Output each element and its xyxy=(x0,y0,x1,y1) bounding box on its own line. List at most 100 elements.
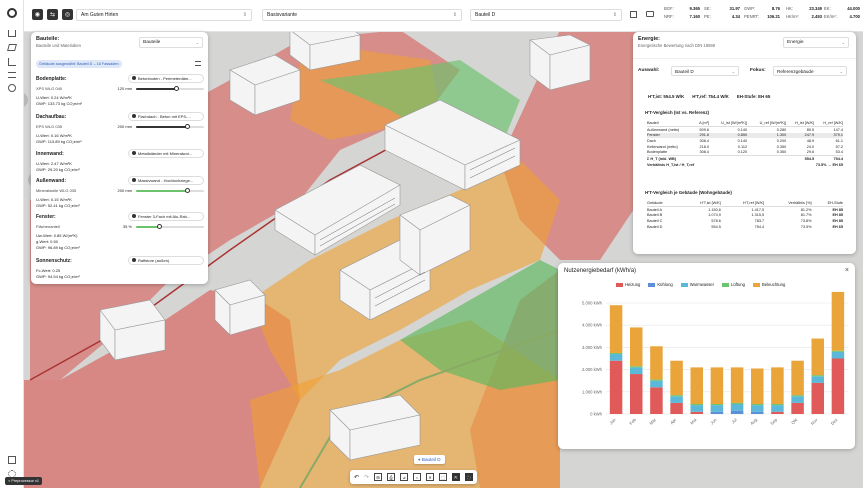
slider-handle[interactable] xyxy=(184,187,190,193)
fullscreen-icon[interactable]: ⛶ xyxy=(465,473,474,481)
panel-mode-select[interactable]: Bauteile ⌄ xyxy=(139,37,203,48)
bar-segment-beleuchtung[interactable] xyxy=(791,360,804,396)
bar-segment-beleuchtung[interactable] xyxy=(771,367,784,405)
component-type-select[interactable]: Massivwand - Hochlochziege... xyxy=(128,176,204,185)
bar-segment-lüftung[interactable] xyxy=(670,395,683,397)
component-type-select[interactable]: Betonboden - Perimeterdäm... xyxy=(128,74,204,83)
list-icon[interactable] xyxy=(8,72,16,78)
section-icon[interactable]: ⌂ xyxy=(413,473,422,481)
bar-segment-warmwasser[interactable] xyxy=(670,396,683,403)
bar-segment-beleuchtung[interactable] xyxy=(730,367,744,403)
chart-icon[interactable] xyxy=(8,58,16,66)
bar-segment-warmwasser[interactable] xyxy=(831,351,845,359)
globe-icon[interactable] xyxy=(8,84,16,92)
section-title: Außenwand: xyxy=(36,178,66,184)
component-type-select[interactable]: Fenster 3-Fach mit Alu-Rah... xyxy=(128,212,204,221)
slider-handle[interactable] xyxy=(174,85,180,91)
bar-segment-lüftung[interactable] xyxy=(750,404,764,406)
bar-segment-beleuchtung[interactable] xyxy=(609,305,623,353)
close-icon[interactable]: × xyxy=(845,267,849,274)
slider-fill xyxy=(136,125,187,128)
view-map-button[interactable]: ◎ xyxy=(62,9,73,20)
bar-segment-lüftung[interactable] xyxy=(650,379,663,381)
bar-segment-lüftung[interactable] xyxy=(730,402,744,405)
bar-segment-lüftung[interactable] xyxy=(609,352,623,355)
camera-icon[interactable] xyxy=(646,11,654,17)
bar-segment-lüftung[interactable] xyxy=(811,375,825,377)
auswahl-select[interactable]: Bauteil D ⌄ xyxy=(671,66,739,76)
bar-segment-warmwasser[interactable] xyxy=(690,405,704,412)
bar-segment-warmwasser[interactable] xyxy=(629,367,643,375)
bar-segment-heizung[interactable] xyxy=(650,387,663,414)
bar-segment-beleuchtung[interactable] xyxy=(831,291,845,351)
duplicate-icon[interactable] xyxy=(630,11,637,18)
export-icon[interactable]: ⇱ xyxy=(452,473,461,481)
slider-handle[interactable] xyxy=(157,223,163,229)
bar-segment-heizung[interactable] xyxy=(670,402,683,414)
bar-segment-heizung[interactable] xyxy=(690,411,704,414)
bar-segment-beleuchtung[interactable] xyxy=(650,346,663,380)
kpi-value: 9.365 xyxy=(689,6,700,11)
bar-segment-warmwasser[interactable] xyxy=(650,380,663,388)
x-tick-label: Jan xyxy=(608,417,617,426)
bar-segment-beleuchtung[interactable] xyxy=(811,338,825,376)
bar-segment-lüftung[interactable] xyxy=(771,404,784,406)
slider-handle[interactable] xyxy=(184,123,190,129)
component-type-select[interactable]: Metallständer mit Mineralwol... xyxy=(128,149,204,158)
bar-segment-beleuchtung[interactable] xyxy=(670,360,683,396)
bar-segment-lüftung[interactable] xyxy=(791,395,804,397)
thickness-slider[interactable] xyxy=(136,187,204,193)
bar-segment-beleuchtung[interactable] xyxy=(629,327,643,367)
bar-segment-heizung[interactable] xyxy=(791,402,804,414)
bar-segment-lüftung[interactable] xyxy=(690,404,704,406)
bar-segment-beleuchtung[interactable] xyxy=(690,367,704,405)
bar-segment-heizung[interactable] xyxy=(771,411,784,414)
bar-segment-lüftung[interactable] xyxy=(710,404,724,406)
bar-segment-warmwasser[interactable] xyxy=(730,404,744,411)
layers-icon[interactable] xyxy=(7,44,17,51)
project-select[interactable]: Am Guten Hirten ⇕ xyxy=(76,9,252,21)
bar-segment-beleuchtung[interactable] xyxy=(750,368,764,405)
app-logo-icon[interactable] xyxy=(7,8,17,18)
view-3d-button[interactable]: ◉ xyxy=(32,9,43,20)
frame-icon[interactable]: ⬚ xyxy=(439,473,448,481)
filter-icon[interactable] xyxy=(195,61,201,66)
component-type-select[interactable]: Raffstore (außen) xyxy=(128,256,204,265)
thickness-slider[interactable] xyxy=(136,85,204,91)
close-view-icon[interactable]: ✕ xyxy=(426,473,435,481)
bar-segment-kühlung[interactable] xyxy=(750,411,764,414)
thickness-slider[interactable] xyxy=(136,223,204,229)
fokus-select[interactable]: Referenzgebäude ⌄ xyxy=(773,66,847,76)
home-icon[interactable] xyxy=(8,30,16,37)
energy-mode-select[interactable]: Energie ⌄ xyxy=(783,37,849,48)
thickness-slider[interactable] xyxy=(136,123,204,129)
panel-toggle-icon[interactable] xyxy=(8,456,16,464)
print-icon[interactable]: ⎙ xyxy=(387,473,396,481)
component-type-select[interactable]: Flachdach - Beton mit EPS-... xyxy=(128,112,204,121)
bar-segment-lüftung[interactable] xyxy=(831,350,845,352)
bar-segment-heizung[interactable] xyxy=(609,360,623,414)
redo-icon[interactable]: ↷ xyxy=(364,474,369,481)
bar-segment-lüftung[interactable] xyxy=(629,366,643,368)
bar-segment-warmwasser[interactable] xyxy=(750,405,764,412)
bar-segment-warmwasser[interactable] xyxy=(609,354,623,361)
grid-icon[interactable]: ⊞ xyxy=(374,473,383,481)
bar-segment-warmwasser[interactable] xyxy=(710,405,724,412)
variant-select[interactable]: Basisvariante ⇕ xyxy=(262,9,462,21)
component-select[interactable]: Bauteil D ⇕ xyxy=(470,9,622,21)
bar-segment-warmwasser[interactable] xyxy=(791,396,804,403)
bar-segment-kühlung[interactable] xyxy=(710,411,724,414)
view-split-button[interactable]: ⇆ xyxy=(47,9,58,20)
bar-segment-warmwasser[interactable] xyxy=(771,405,784,412)
table1-title: H'T-Vergleich (Ist vs. Referenz) xyxy=(645,110,709,115)
bar-segment-beleuchtung[interactable] xyxy=(710,367,724,405)
bar-segment-heizung[interactable] xyxy=(811,382,825,414)
bar-segment-warmwasser[interactable] xyxy=(811,376,825,383)
undo-icon[interactable]: ↶ xyxy=(354,474,359,481)
kpi-item: HK: 23.349 xyxy=(786,6,822,11)
bar-segment-heizung[interactable] xyxy=(629,374,643,414)
y-tick-label: 4.000 kWh xyxy=(582,323,603,328)
measure-icon[interactable]: ⊿ xyxy=(400,473,409,481)
bar-segment-kühlung[interactable] xyxy=(730,410,744,414)
bar-segment-heizung[interactable] xyxy=(831,358,845,415)
